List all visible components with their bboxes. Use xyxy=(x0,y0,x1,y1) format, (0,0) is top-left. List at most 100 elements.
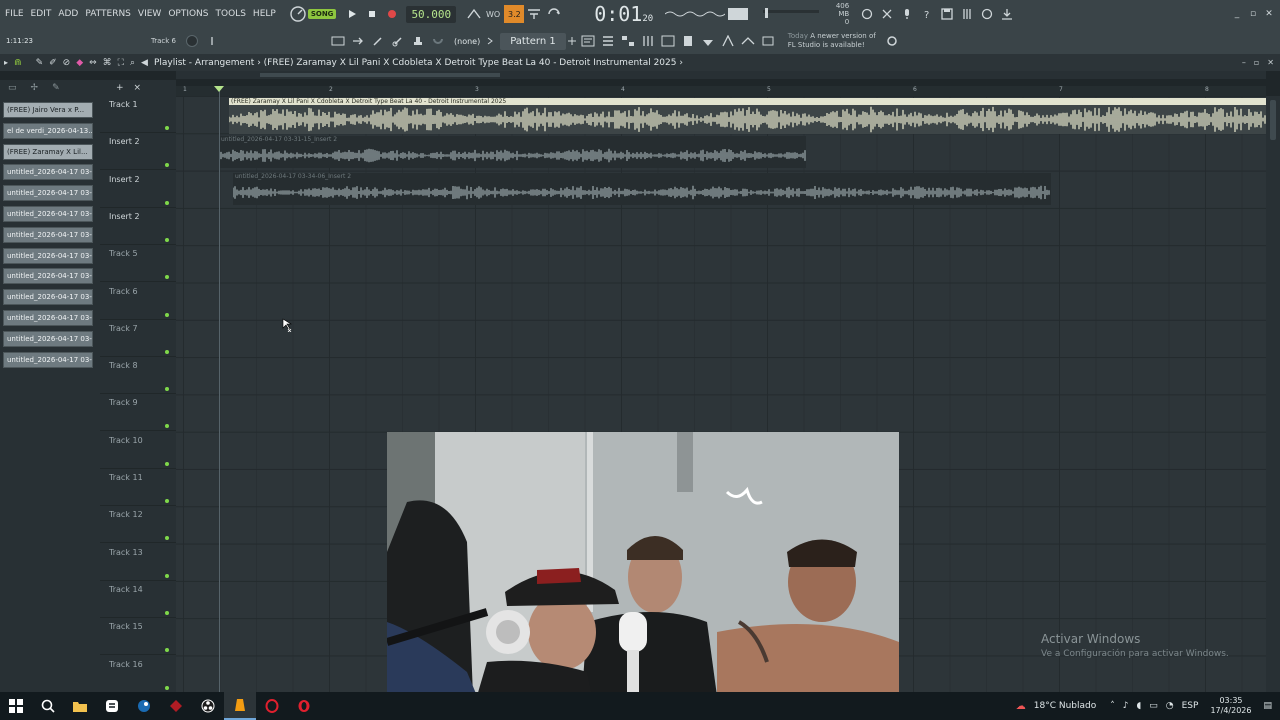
stamp-icon[interactable] xyxy=(408,32,428,50)
clip-source-item[interactable]: el de verdi_2026-04-13... xyxy=(3,122,93,139)
audio-clip-label[interactable]: (FREE) Zaramay X Lil Pani X Cdobleta X D… xyxy=(229,98,1266,105)
time-display[interactable]: 0:0120 xyxy=(594,2,653,26)
track-name[interactable]: Track 9 xyxy=(109,398,138,407)
track-header[interactable]: Track 1 xyxy=(100,96,176,133)
slip-tool-icon[interactable]: ⇔ xyxy=(89,58,97,68)
xbox-game-bar-icon[interactable] xyxy=(96,692,128,720)
track-name[interactable]: Track 10 xyxy=(109,436,143,445)
cut-icon[interactable] xyxy=(877,5,897,23)
delete-tool-icon[interactable]: ⊘ xyxy=(63,58,71,68)
obs-icon[interactable] xyxy=(192,692,224,720)
track-enable-led[interactable] xyxy=(165,536,169,541)
track-enable-led[interactable] xyxy=(165,275,169,280)
menu-item-help[interactable]: HELP xyxy=(251,9,278,19)
track-name[interactable]: Track 12 xyxy=(109,510,143,519)
pattern-selector[interactable]: Pattern 1 xyxy=(500,32,566,50)
play-icon[interactable] xyxy=(342,5,362,23)
weather-text[interactable]: 18°C Nublado xyxy=(1034,701,1096,711)
plugin-picker-icon[interactable] xyxy=(698,32,718,50)
menu-item-edit[interactable]: EDIT xyxy=(29,9,54,19)
pencil-icon[interactable] xyxy=(368,32,388,50)
timeline-ruler[interactable]: 1 2 3 4 5 6 7 8 xyxy=(176,86,1266,96)
network-icon[interactable]: ◔ xyxy=(1166,701,1174,711)
overview-strip[interactable] xyxy=(176,71,1266,79)
scrollbar-thumb[interactable] xyxy=(1270,100,1276,140)
piano-roll-icon[interactable] xyxy=(638,32,658,50)
track-enable-led[interactable] xyxy=(165,424,169,429)
file-explorer-icon[interactable] xyxy=(64,692,96,720)
stop-icon[interactable] xyxy=(362,5,382,23)
clip-source-item[interactable]: untitled_2026-04-17 03-... xyxy=(3,310,93,326)
track-header[interactable]: Insert 2 xyxy=(100,171,176,208)
chevron-right-icon[interactable] xyxy=(486,32,494,50)
clip-source-item[interactable]: untitled_2026-04-17 03-... xyxy=(3,268,93,285)
browser-icon[interactable] xyxy=(678,32,698,50)
loop-record-icon[interactable] xyxy=(544,5,564,23)
update-gear-icon[interactable] xyxy=(882,32,902,50)
steam-icon[interactable] xyxy=(128,692,160,720)
help-icon[interactable]: ? xyxy=(917,5,937,23)
track-header[interactable]: Track 6 xyxy=(100,283,176,320)
track-header[interactable]: Insert 2 xyxy=(100,208,176,245)
language-label[interactable]: ESP xyxy=(1182,701,1199,711)
playlist-minimize-icon[interactable]: – xyxy=(1242,58,1246,67)
playback-tool-icon[interactable]: ◀ xyxy=(141,58,148,68)
start-windows-icon[interactable] xyxy=(0,692,32,720)
zoom-tool-icon[interactable]: ⌕ xyxy=(130,58,135,68)
track-name[interactable]: Track 7 xyxy=(109,324,138,333)
track-header[interactable]: Track 16 xyxy=(100,656,176,693)
track-enable-led[interactable] xyxy=(165,349,169,354)
track-header[interactable]: Track 13 xyxy=(100,544,176,581)
menu-item-add[interactable]: ADD xyxy=(56,9,80,19)
clip-source-item[interactable]: (FREE) Jairo Vera x P... xyxy=(3,102,93,118)
track-enable-led[interactable] xyxy=(165,610,169,615)
pattern-song-icon[interactable] xyxy=(464,5,484,23)
wait-input-icon[interactable]: WO xyxy=(484,5,504,23)
audio-clip[interactable]: (FREE) Zaramay X Lil Pani X Cdobleta X D… xyxy=(229,98,1266,134)
track-header[interactable]: Track 15 xyxy=(100,618,176,656)
clip-source-item[interactable]: untitled_2026-04-17 03-... xyxy=(3,351,93,368)
countdown-icon[interactable]: 3.2 xyxy=(504,5,525,23)
track-enable-led[interactable] xyxy=(165,573,169,578)
audio-clip[interactable]: untitled_2026-04-17 03-31-15_Insert 2 xyxy=(219,136,806,168)
track-header[interactable]: Track 5 xyxy=(100,245,176,283)
snap-selector[interactable]: (none) xyxy=(448,35,486,48)
track-name[interactable]: Track 16 xyxy=(109,660,143,669)
magnet-icon[interactable] xyxy=(428,32,448,50)
track-name[interactable]: Track 15 xyxy=(109,622,143,631)
track-name[interactable]: Track 6 xyxy=(109,287,138,296)
track-header[interactable]: Insert 2 xyxy=(100,133,176,171)
playhead-marker[interactable] xyxy=(214,86,224,92)
overview-handle[interactable] xyxy=(260,73,500,77)
menu-item-patterns[interactable]: PATTERNS xyxy=(83,9,133,19)
tempo-display[interactable]: 50.000 xyxy=(406,5,457,23)
metronome-icon[interactable] xyxy=(288,5,308,23)
notifications-icon[interactable]: ▤ xyxy=(1263,701,1272,711)
track-header[interactable]: Track 7 xyxy=(100,320,176,357)
opera-icon[interactable] xyxy=(288,692,320,720)
tempo-tapper-icon[interactable] xyxy=(738,32,758,50)
track-header[interactable]: Track 12 xyxy=(100,506,176,544)
panel-edit-icon[interactable]: ✎ xyxy=(52,83,60,93)
clip-source-item[interactable]: untitled_2026-04-17 03-... xyxy=(3,247,93,264)
mixer-view-icon[interactable] xyxy=(658,32,678,50)
arrow-right-icon[interactable] xyxy=(348,32,368,50)
select-tool-icon[interactable]: ⛶ xyxy=(118,58,124,68)
track-enable-led[interactable] xyxy=(165,685,169,690)
playlist-close-icon[interactable]: ✕ xyxy=(1267,58,1274,67)
audio-clip-label[interactable]: untitled_2026-04-17 03-31-15_Insert 2 xyxy=(219,136,806,143)
clip-source-item[interactable]: untitled_2026-04-17 03-... xyxy=(3,330,93,347)
vertical-scrollbar[interactable] xyxy=(1266,96,1280,692)
master-volume-icon[interactable] xyxy=(763,6,820,22)
slice-tool-icon[interactable]: ⌘ xyxy=(103,58,112,68)
track-header[interactable]: Track 11 xyxy=(100,469,176,506)
menu-item-tools[interactable]: TOOLS xyxy=(214,9,248,19)
clip-source-item[interactable]: untitled_2026-04-17 03-... xyxy=(3,164,93,181)
mute-tool-icon[interactable]: ◆ xyxy=(76,58,83,68)
undo-icon[interactable] xyxy=(857,5,877,23)
weather-icon[interactable]: ☁ xyxy=(1016,701,1026,712)
audio-clip[interactable]: untitled_2026-04-17 03-34-06_Insert 2 xyxy=(233,173,1051,205)
track-header[interactable]: Track 10 xyxy=(100,432,176,469)
track-header[interactable]: Track 8 xyxy=(100,357,176,395)
mic-tray-icon[interactable]: ♪ xyxy=(1123,701,1129,711)
